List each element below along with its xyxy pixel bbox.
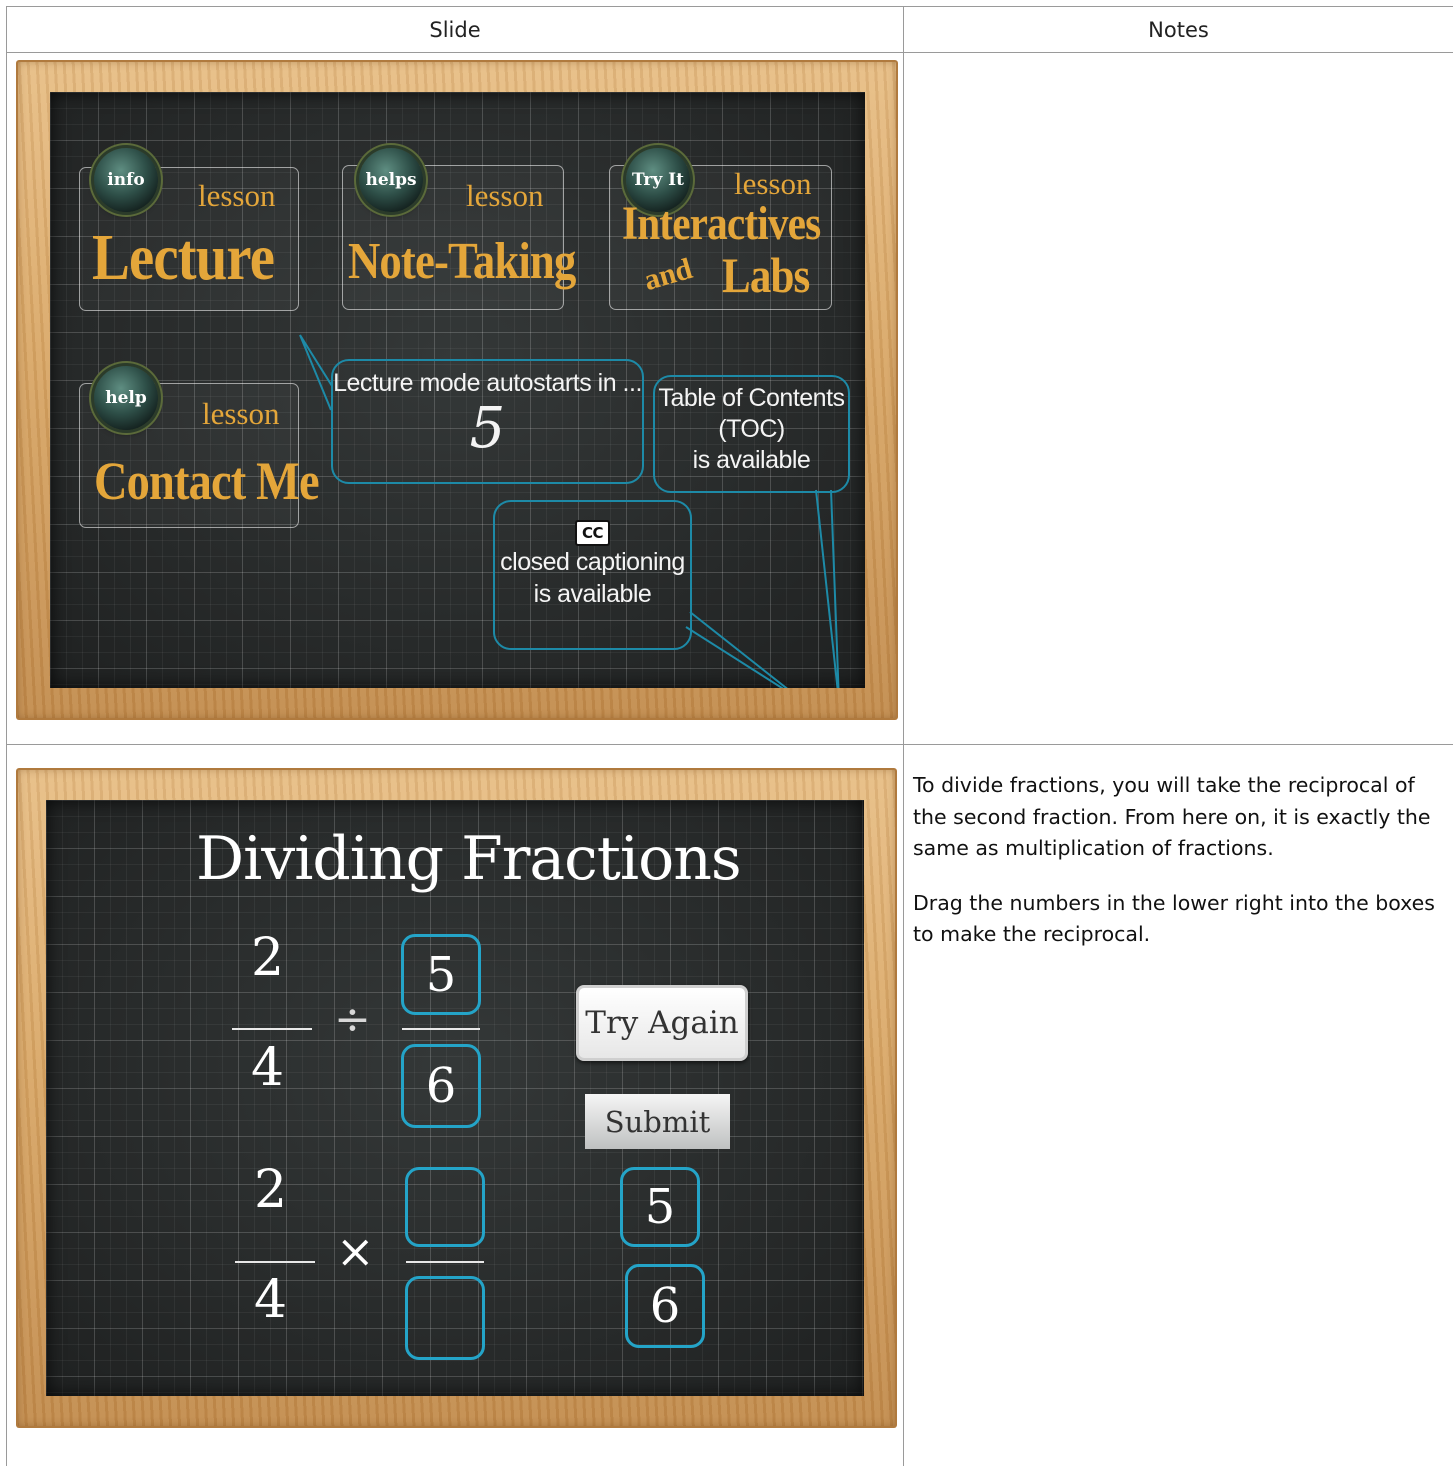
autostart-text: Lecture mode autostarts in ... (333, 369, 642, 397)
submit-button[interactable]: Submit (585, 1094, 730, 1149)
autostart-countdown: 5 (469, 396, 506, 461)
autostart-callout: Lecture mode autostarts in ... 5 (331, 359, 644, 484)
cc-callout: CC closed captioning is available (493, 500, 692, 650)
row2-fraction-bar (235, 1261, 315, 1263)
row2-numerator: 2 (254, 1160, 288, 1220)
slide-1-chalkboard: info lesson Lecture helps lesson Note-Ta… (50, 92, 865, 688)
toc-line-2: (TOC) (718, 415, 785, 443)
row1-box-fraction-bar (402, 1028, 480, 1030)
column-divider (903, 6, 904, 1466)
multiply-operator: × (336, 1224, 375, 1278)
header-notes: Notes (1148, 18, 1209, 42)
row1-denominator: 4 (251, 1038, 285, 1098)
table-border-top (6, 6, 1453, 7)
toc-line-1: Table of Contents (658, 384, 845, 412)
slide-2-chalkboard: Dividing Fractions 2 4 ÷ 5 6 Try Again S… (46, 800, 864, 1396)
slide-2-title: Dividing Fractions (196, 824, 742, 894)
row1-numerator: 2 (251, 928, 285, 988)
toc-line-3: is available (692, 446, 811, 474)
toc-callout: Table of Contents (TOC) is available (653, 375, 850, 493)
notes-paragraph-2: Drag the numbers in the lower right into… (913, 890, 1435, 947)
row1-box-denominator: 6 (401, 1044, 481, 1128)
slide-2-notes: To divide fractions, you will take the r… (913, 770, 1449, 974)
header-slide: Slide (429, 18, 481, 42)
row-divider (6, 744, 1453, 745)
try-again-button[interactable]: Try Again (576, 985, 748, 1061)
row2-drop-box-denominator[interactable] (405, 1276, 485, 1360)
cc-line-1: closed captioning (500, 548, 685, 576)
row1-fraction-bar (232, 1028, 312, 1030)
notes-paragraph-1: To divide fractions, you will take the r… (913, 773, 1431, 860)
cc-line-2: is available (533, 580, 652, 608)
draggable-tile-5[interactable]: 5 (620, 1167, 700, 1247)
header-divider (6, 52, 1453, 53)
row2-denominator: 4 (254, 1270, 288, 1330)
row1-box-numerator: 5 (401, 934, 481, 1015)
table-border-left (6, 6, 7, 1466)
divide-operator: ÷ (334, 994, 371, 1045)
row2-drop-box-numerator[interactable] (405, 1167, 485, 1247)
draggable-tile-6[interactable]: 6 (625, 1264, 705, 1348)
row2-box-fraction-bar (406, 1261, 484, 1263)
cc-icon: CC (574, 520, 611, 546)
